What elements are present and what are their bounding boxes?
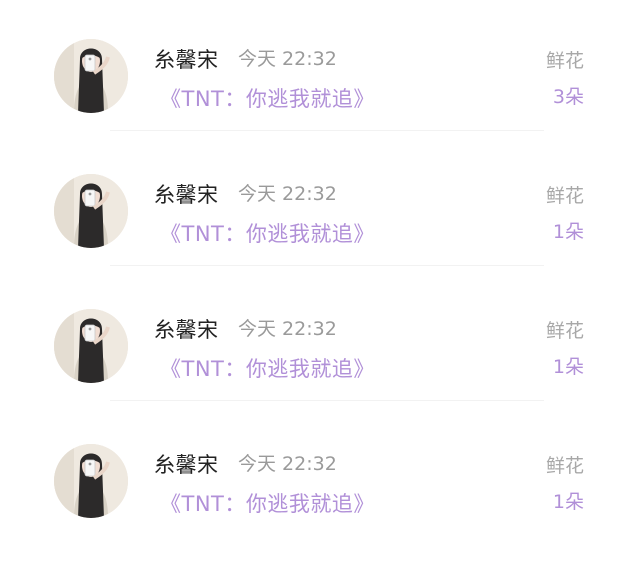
gift-record-list: 糸馨宋 今天 22:32 《TNT：你逃我就追》 鲜花 3朵 糸馨宋 今天 22… (0, 0, 640, 549)
avatar-photo-icon (54, 309, 128, 383)
avatar-photo-icon (54, 444, 128, 518)
timestamp: 今天 22:32 (238, 453, 337, 475)
user-name[interactable]: 糸馨宋 (154, 314, 219, 344)
book-title-link[interactable]: 《TNT：你逃我就追》 (160, 353, 375, 383)
book-title-link[interactable]: 《TNT：你逃我就追》 (160, 218, 375, 248)
gift-count: 1朵 (552, 356, 584, 378)
gift-type-label: 鲜花 (545, 320, 584, 342)
gift-count: 3朵 (552, 86, 584, 108)
gift-type-label: 鲜花 (545, 185, 584, 207)
user-avatar[interactable] (54, 174, 128, 248)
user-name[interactable]: 糸馨宋 (154, 449, 219, 479)
gift-record-item[interactable]: 糸馨宋 今天 22:32 《TNT：你逃我就追》 鲜花 1朵 (0, 306, 640, 441)
timestamp: 今天 22:32 (238, 183, 337, 205)
gift-type-label: 鲜花 (545, 50, 584, 72)
user-name[interactable]: 糸馨宋 (154, 179, 219, 209)
gift-record-item[interactable]: 糸馨宋 今天 22:32 《TNT：你逃我就追》 鲜花 1朵 (0, 171, 640, 306)
gift-count: 1朵 (552, 491, 584, 513)
timestamp: 今天 22:32 (238, 318, 337, 340)
item-divider (110, 265, 544, 266)
user-avatar[interactable] (54, 309, 128, 383)
item-divider (110, 130, 544, 131)
gift-record-item[interactable]: 糸馨宋 今天 22:32 《TNT：你逃我就追》 鲜花 3朵 (0, 36, 640, 171)
user-name[interactable]: 糸馨宋 (154, 44, 219, 74)
user-avatar[interactable] (54, 444, 128, 518)
gift-type-label: 鲜花 (545, 455, 584, 477)
book-title-link[interactable]: 《TNT：你逃我就追》 (160, 488, 375, 518)
timestamp: 今天 22:32 (238, 48, 337, 70)
avatar-photo-icon (54, 174, 128, 248)
gift-count: 1朵 (552, 221, 584, 243)
avatar-photo-icon (54, 39, 128, 113)
gift-record-item[interactable]: 糸馨宋 今天 22:32 《TNT：你逃我就追》 鲜花 1朵 (0, 441, 640, 576)
item-divider (110, 400, 544, 401)
book-title-link[interactable]: 《TNT：你逃我就追》 (160, 83, 375, 113)
user-avatar[interactable] (54, 39, 128, 113)
